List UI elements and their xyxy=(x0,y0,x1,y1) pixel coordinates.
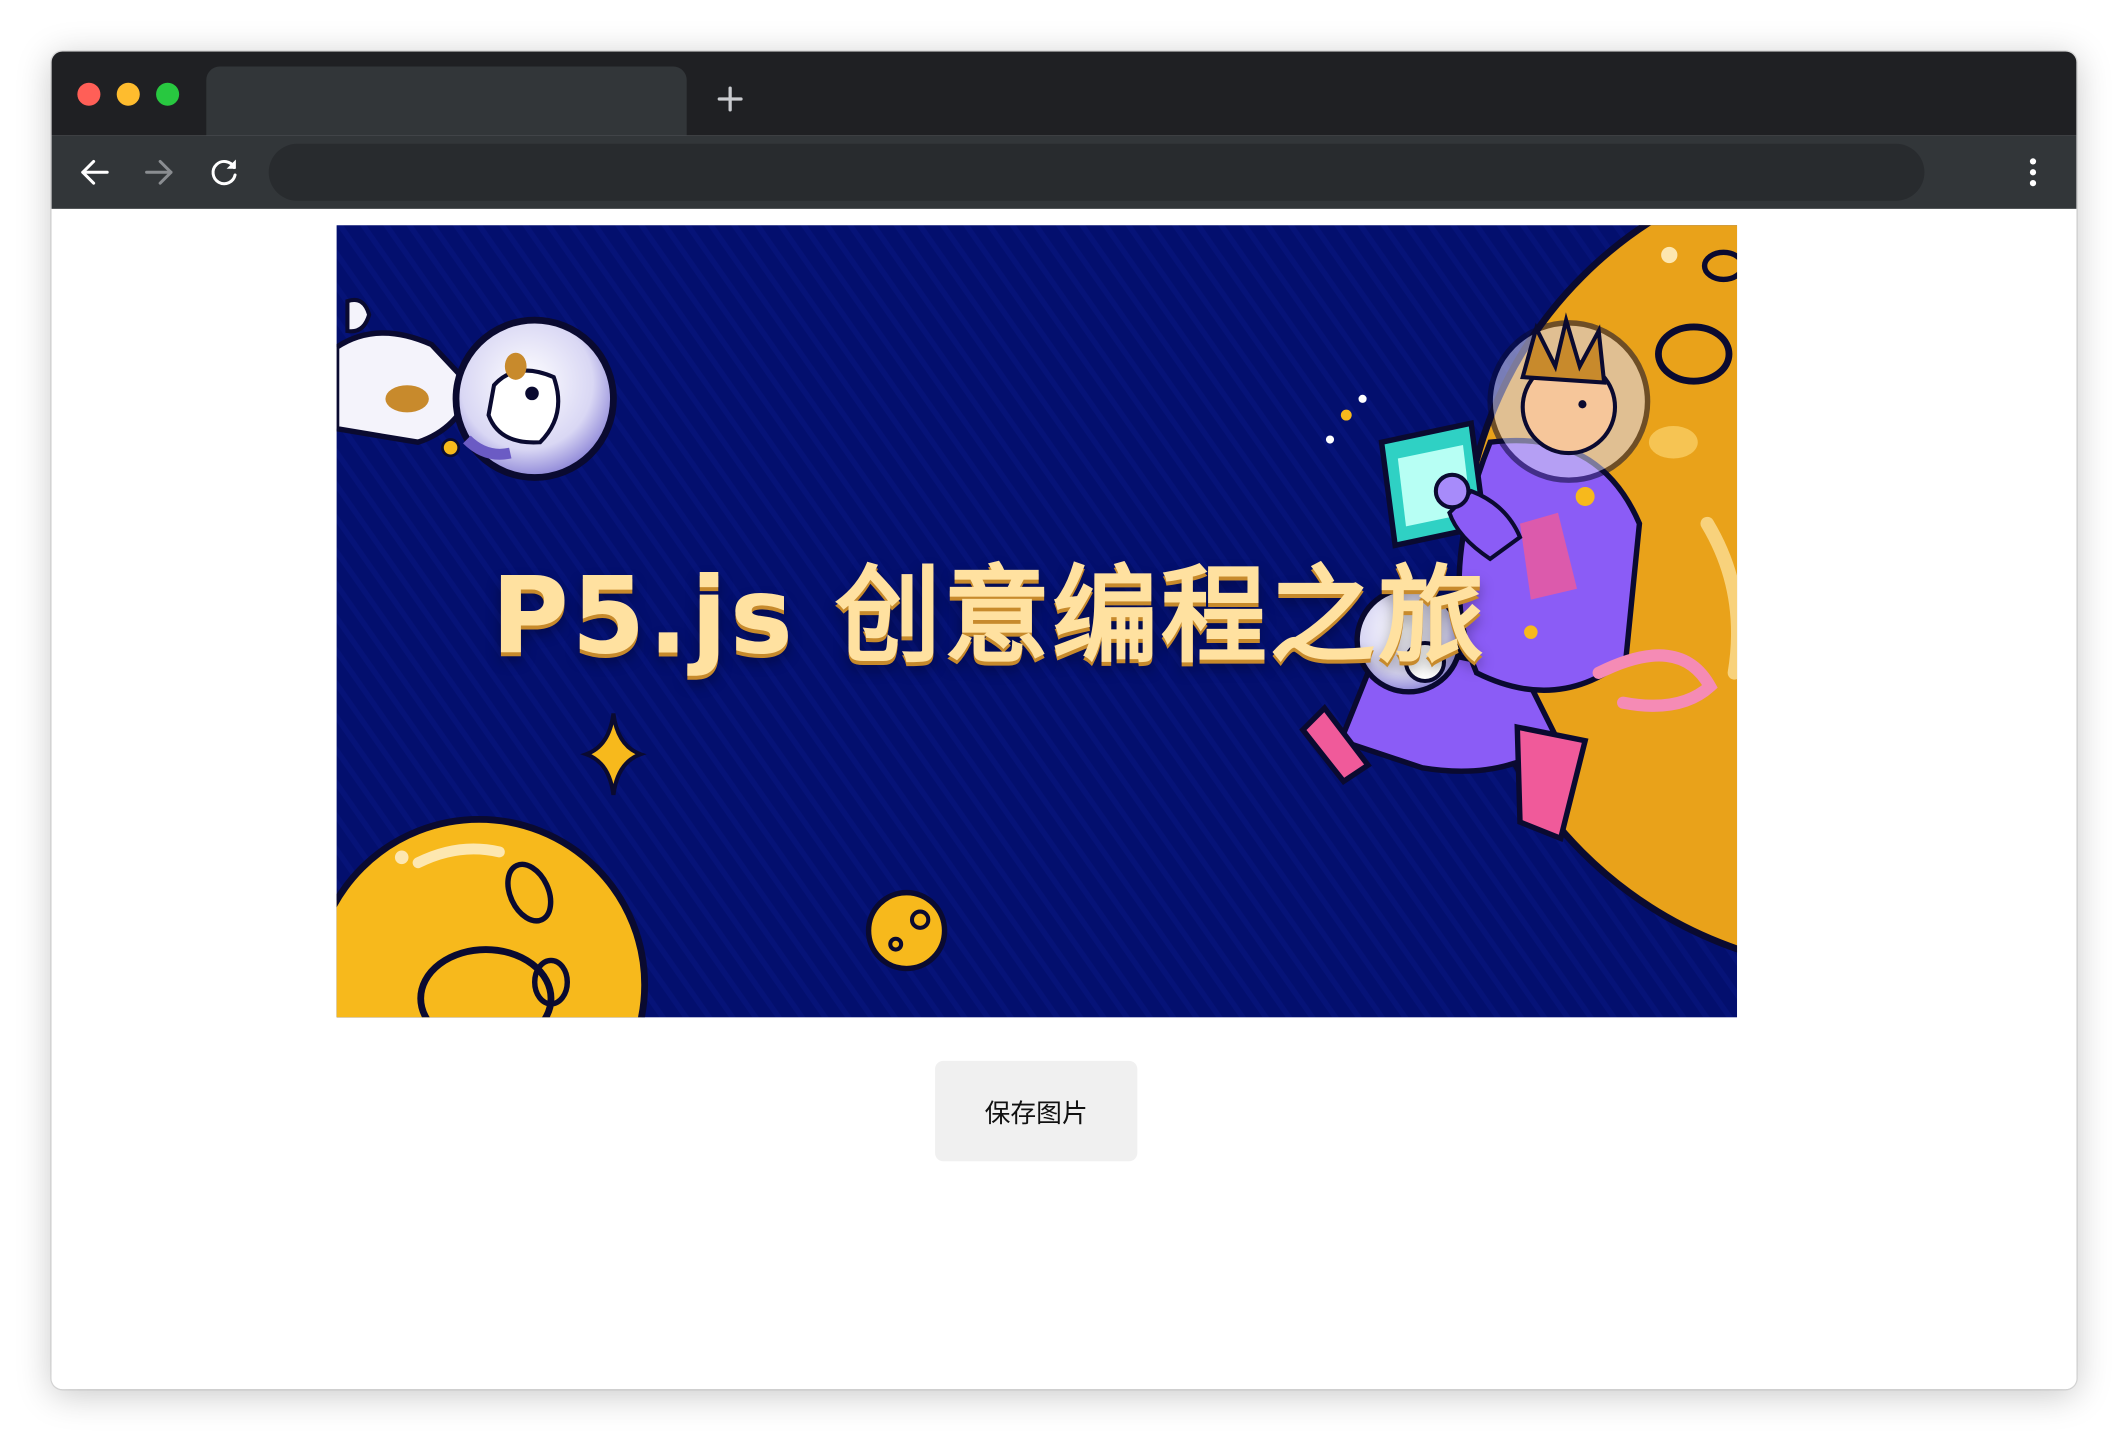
moon-icon xyxy=(865,889,948,972)
back-arrow-icon xyxy=(81,159,109,185)
screen: P5.js 创意编程之旅 保存图片 xyxy=(0,0,2128,1442)
kebab-menu-icon xyxy=(2029,158,2037,187)
reload-button[interactable] xyxy=(206,155,241,190)
close-window-button[interactable] xyxy=(77,82,101,106)
plus-icon xyxy=(717,86,743,112)
minimize-window-button[interactable] xyxy=(116,82,140,106)
browser-window: P5.js 创意编程之旅 保存图片 xyxy=(51,51,2077,1390)
browser-toolbar xyxy=(51,135,2077,209)
banner-title: P5.js 创意编程之旅 xyxy=(491,556,1487,679)
new-tab-button[interactable] xyxy=(711,80,749,118)
active-tab[interactable] xyxy=(206,66,687,136)
forward-arrow-icon xyxy=(145,159,173,185)
address-bar[interactable] xyxy=(268,143,1925,201)
save-image-button[interactable]: 保存图片 xyxy=(935,1060,1138,1162)
page-content: P5.js 创意编程之旅 保存图片 xyxy=(51,208,2077,1390)
tab-strip xyxy=(51,51,2077,136)
forward-button[interactable] xyxy=(141,155,176,190)
back-button[interactable] xyxy=(77,155,112,190)
maximize-window-button[interactable] xyxy=(156,82,180,106)
browser-menu-button[interactable] xyxy=(2017,155,2050,190)
reload-icon xyxy=(211,159,237,186)
banner-image: P5.js 创意编程之旅 xyxy=(336,225,1738,1018)
